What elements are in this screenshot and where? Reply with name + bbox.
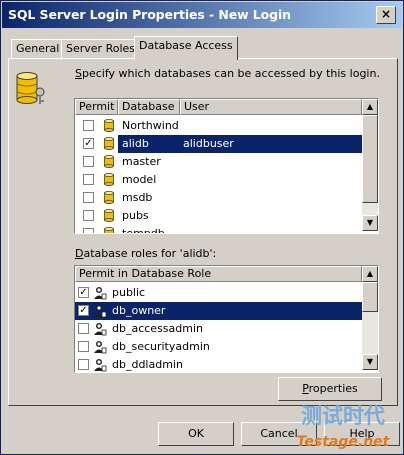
role-name: db_owner (112, 304, 166, 317)
permit-checkbox[interactable] (83, 192, 94, 203)
role-row[interactable]: db_securityadmin (75, 338, 362, 356)
role-name: db_securityadmin (112, 340, 210, 353)
watermark-text: 测试时代 (301, 404, 385, 428)
window-title: SQL Server Login Properties - New Login (8, 7, 291, 22)
tab-server-roles[interactable]: Server Roles (61, 39, 141, 60)
permit-checkbox[interactable] (83, 120, 94, 131)
role-row[interactable]: db_accessadmin (75, 320, 362, 338)
database-icon (104, 137, 114, 150)
roles-label: Database roles for 'alidb': (75, 247, 217, 260)
role-name: public (112, 286, 146, 299)
properties-button[interactable]: Properties (278, 377, 382, 401)
role-row[interactable]: ✓ db_owner (75, 302, 362, 320)
login-properties-window: SQL Server Login Properties - New Login … (0, 0, 404, 455)
database-name: model (122, 173, 157, 186)
roles-list[interactable]: Permit in Database Role ✓ public ✓ db_owner… (74, 265, 379, 373)
scroll-thumb[interactable] (362, 115, 378, 203)
database-icon (104, 191, 114, 204)
database-row[interactable]: master (75, 153, 362, 171)
role-checkbox[interactable] (78, 359, 89, 370)
column-header-user[interactable]: User (180, 99, 362, 115)
database-name: tempdb (122, 227, 165, 234)
database-icon (104, 173, 114, 186)
permit-checkbox[interactable]: ✓ (83, 138, 94, 149)
role-row[interactable]: ✓ public (75, 284, 362, 302)
instruction-text: Specify which databases can be accessed … (75, 67, 380, 80)
tab-general[interactable]: General (11, 39, 65, 60)
database-name: pubs (122, 209, 149, 222)
selection-highlight (118, 135, 362, 153)
database-name: Northwind (122, 119, 179, 132)
database-icon (104, 119, 114, 132)
roles-scroll-thumb[interactable] (362, 282, 378, 312)
database-row[interactable]: Northwind (75, 117, 362, 135)
role-row[interactable]: db_ddladmin (75, 356, 362, 372)
close-button[interactable]: × (376, 6, 396, 24)
permit-checkbox[interactable] (83, 228, 94, 233)
database-name: alidb (122, 137, 149, 150)
scroll-down-button[interactable]: ▼ (362, 215, 378, 231)
role-checkbox[interactable]: ✓ (78, 287, 89, 298)
role-checkbox[interactable]: ✓ (78, 305, 89, 316)
database-name: msdb (122, 191, 153, 204)
column-header-database[interactable]: Database (118, 99, 180, 115)
role-icon (94, 323, 107, 336)
role-name: db_accessadmin (112, 322, 203, 335)
testage-watermark: 测试时代 Testage.net (297, 404, 391, 450)
permit-checkbox[interactable] (83, 174, 94, 185)
role-name: db_ddladmin (112, 358, 183, 371)
database-key-icon (16, 72, 45, 104)
database-row[interactable]: pubs (75, 207, 362, 225)
database-icon (104, 155, 114, 168)
permit-checkbox[interactable] (83, 156, 94, 167)
database-list-scrollbar[interactable]: ▲ ▼ (362, 99, 378, 231)
database-icon (104, 227, 114, 233)
role-checkbox[interactable] (78, 341, 89, 352)
tab-general-label: General (16, 42, 60, 55)
role-checkbox[interactable] (78, 323, 89, 334)
column-header-permit[interactable]: Permit (75, 99, 118, 115)
database-list[interactable]: Permit Database User Northwind ✓ alidb alid… (74, 98, 379, 234)
role-icon (94, 359, 107, 372)
title-bar[interactable]: SQL Server Login Properties - New Login … (2, 2, 402, 28)
role-icon (94, 287, 107, 300)
scroll-up-button[interactable]: ▲ (362, 99, 378, 115)
database-user: alidbuser (183, 137, 234, 150)
database-row[interactable]: tempdb (75, 225, 362, 234)
tab-database-access-label: Database Access (139, 39, 233, 52)
roles-scroll-up-button[interactable]: ▲ (362, 266, 378, 282)
roles-list-scrollbar[interactable]: ▲ ▼ (362, 266, 378, 370)
database-icon (104, 209, 114, 222)
database-name: master (122, 155, 161, 168)
database-row[interactable]: model (75, 171, 362, 189)
database-row[interactable]: ✓ alidb alidbuser (75, 135, 362, 153)
tab-server-roles-label: Server Roles (66, 42, 136, 55)
roles-scroll-down-button[interactable]: ▼ (362, 354, 378, 370)
tab-database-access[interactable]: Database Access (134, 36, 238, 60)
watermark-url: Testage.net (297, 434, 391, 450)
column-header-permit-role[interactable]: Permit in Database Role (75, 266, 362, 282)
role-icon (94, 341, 107, 354)
ok-button[interactable]: OK (158, 422, 234, 446)
permit-checkbox[interactable] (83, 210, 94, 221)
database-row[interactable]: msdb (75, 189, 362, 207)
role-icon (94, 305, 107, 318)
